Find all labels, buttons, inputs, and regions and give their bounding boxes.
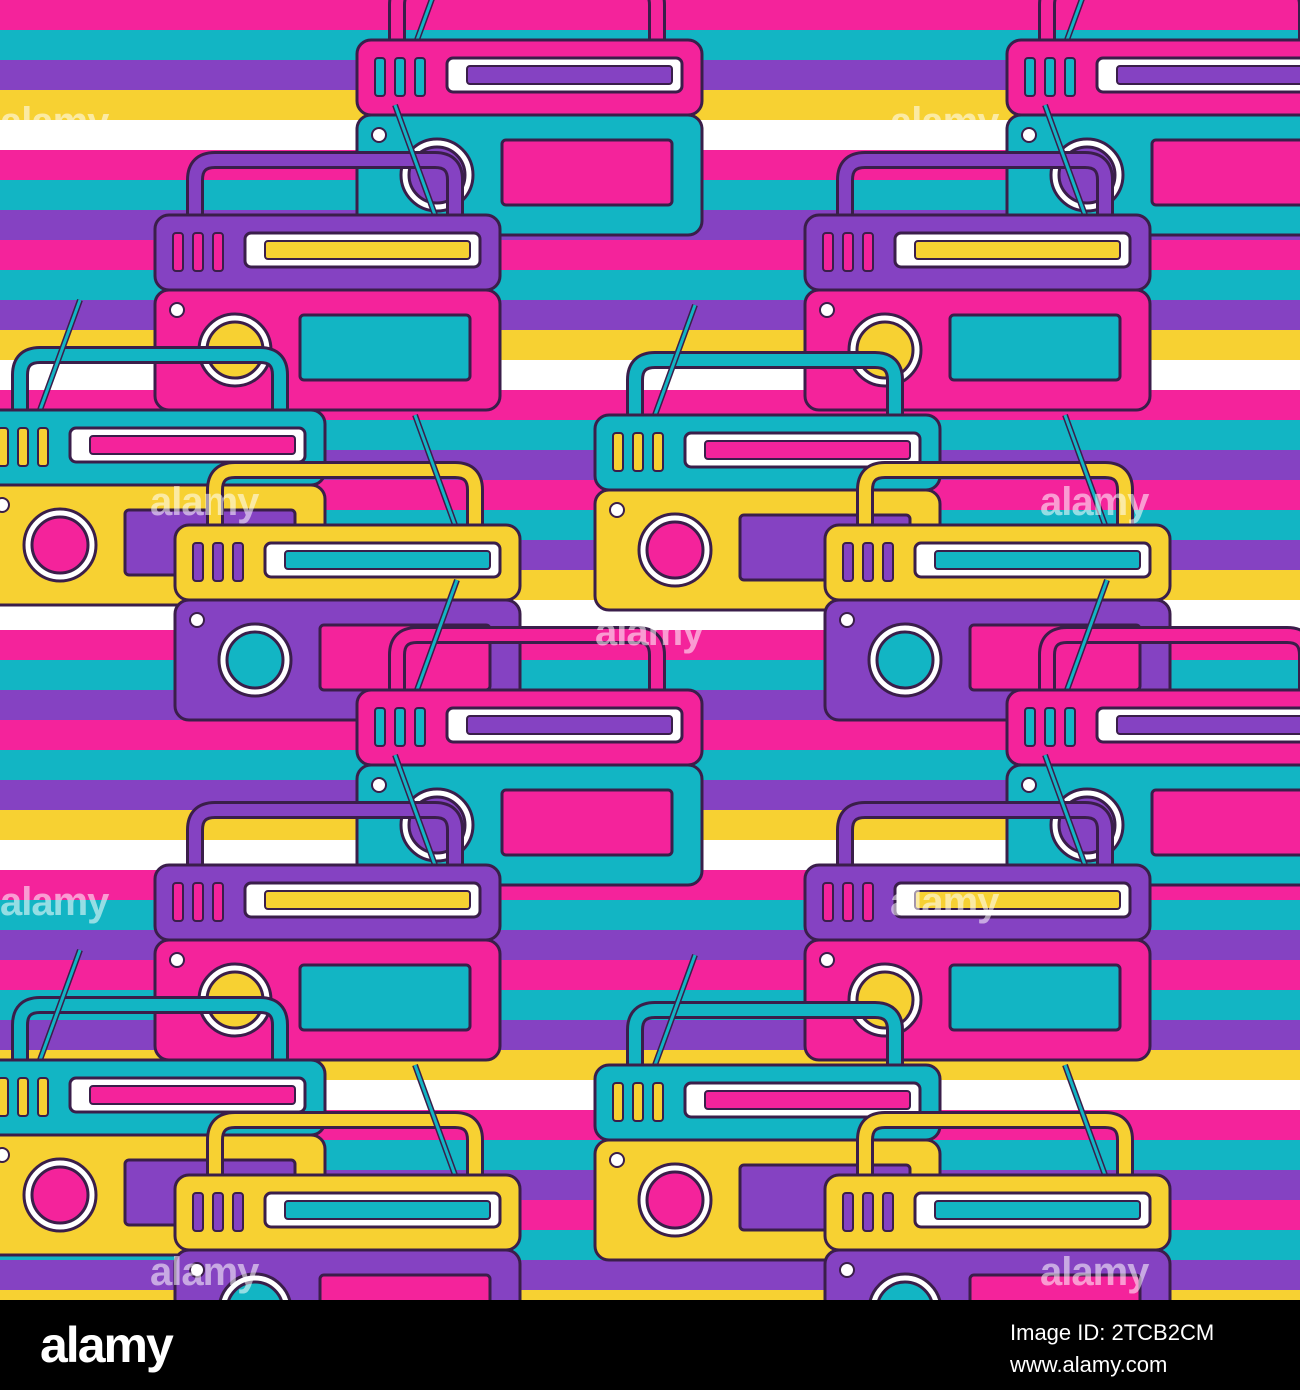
site-url: www.alamy.com — [1010, 1352, 1168, 1377]
image-id: Image ID: 2TCB2CM — [1010, 1320, 1215, 1345]
alamy-logo: alamy — [40, 1317, 174, 1373]
retro-radio-pattern — [0, 0, 1300, 1300]
footer-bar: alamy Image ID: 2TCB2CM www.alamy.com — [0, 1300, 1300, 1390]
